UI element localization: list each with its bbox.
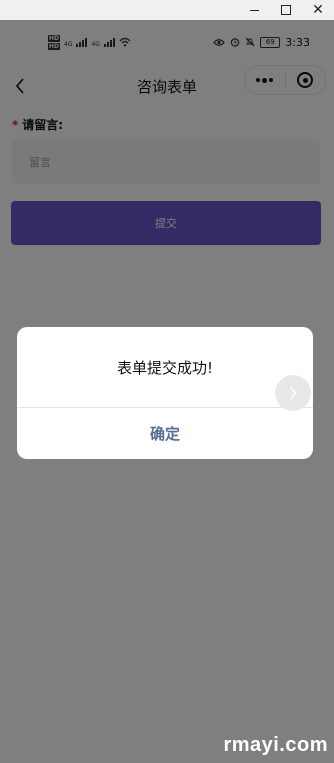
maximize-button[interactable] bbox=[270, 0, 302, 20]
dialog-message: 表单提交成功! bbox=[116, 358, 213, 377]
confirm-button[interactable]: 确定 bbox=[17, 408, 313, 459]
maximize-icon bbox=[281, 5, 291, 15]
minimize-icon bbox=[249, 9, 259, 11]
watermark-text: rmayi.com bbox=[223, 734, 328, 756]
success-dialog: 表单提交成功! 确定 bbox=[17, 327, 313, 459]
minimize-button[interactable] bbox=[238, 0, 270, 20]
close-window-button[interactable]: ✕ bbox=[302, 0, 334, 20]
window-titlebar: ✕ bbox=[0, 0, 334, 20]
chevron-right-icon bbox=[289, 386, 297, 400]
phone-screen: HD HD 4G 4G bbox=[0, 20, 334, 763]
floating-next-button[interactable] bbox=[275, 375, 311, 411]
